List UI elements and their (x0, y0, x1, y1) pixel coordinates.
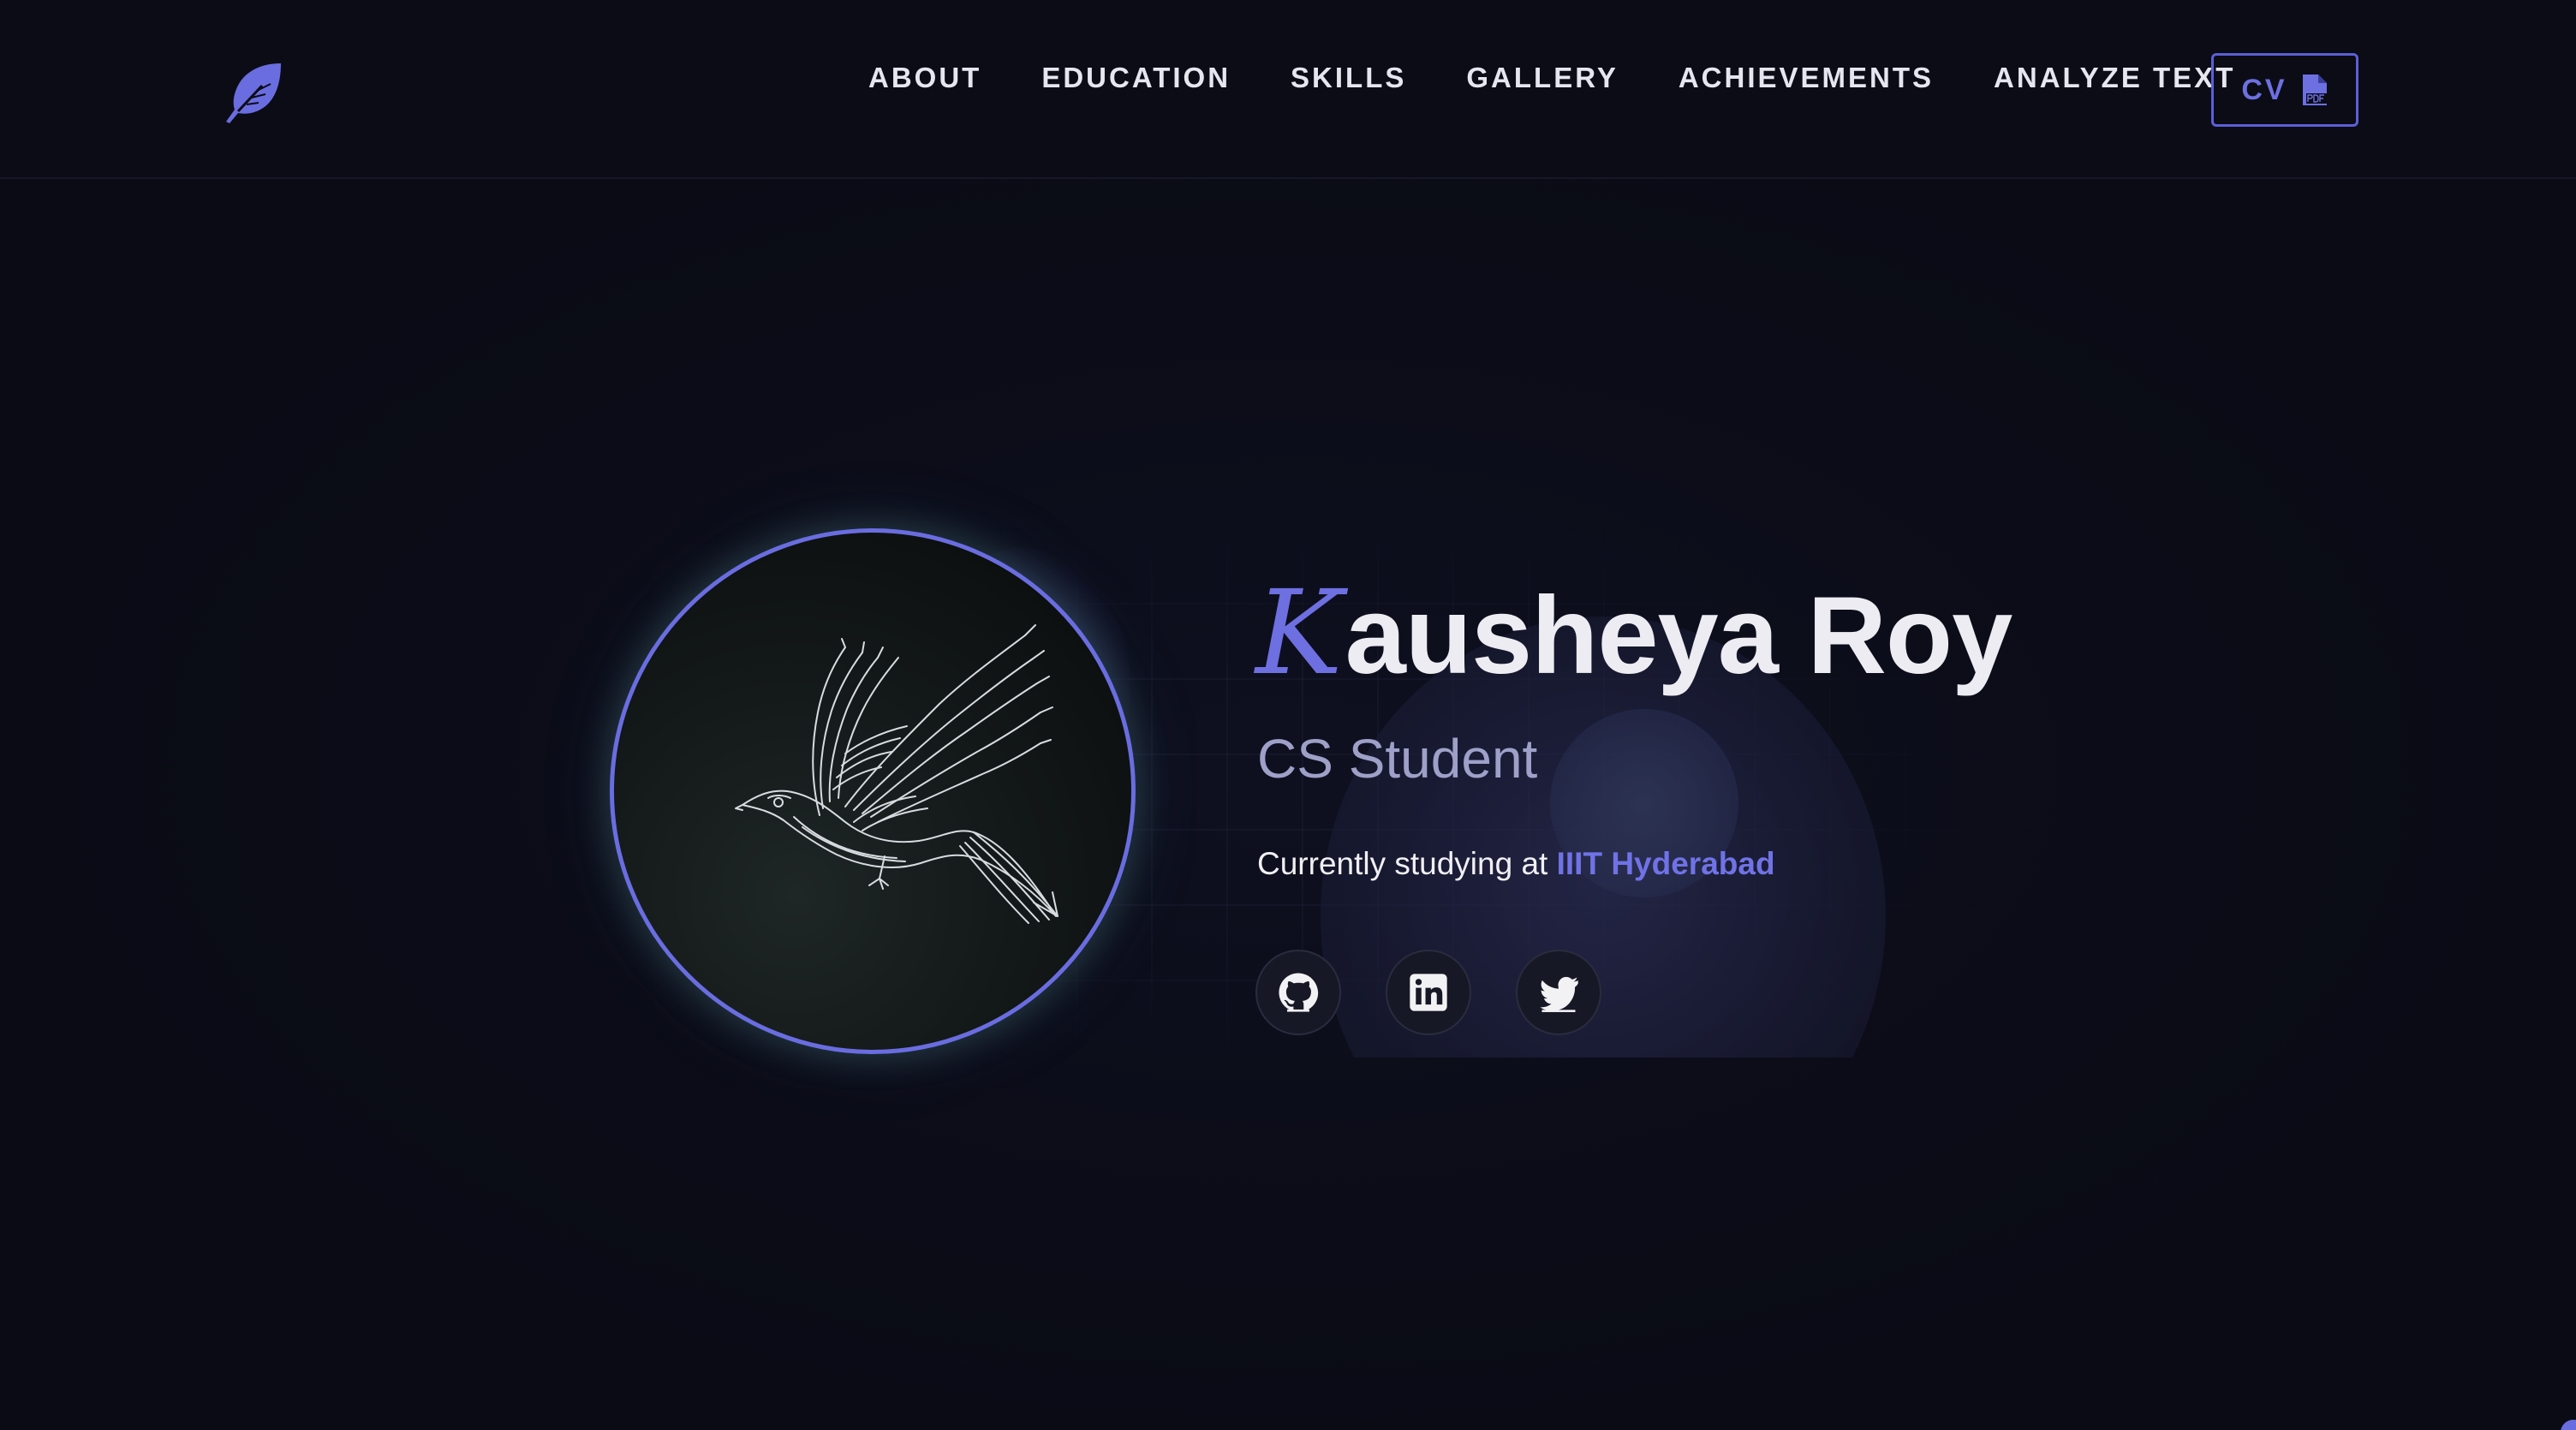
twitter-link[interactable] (1516, 950, 1601, 1035)
profile-avatar (610, 528, 1136, 1054)
bird-line-art-icon (735, 624, 1058, 924)
studying-line: Currently studying at IIIT Hyderabad (1257, 843, 1775, 885)
scroll-indicator-dot (2561, 1420, 2576, 1430)
nav-skills-link[interactable]: SKILLS (1291, 57, 1406, 99)
nav-achievements-link[interactable]: ACHIEVEMENTS (1679, 57, 1934, 99)
nav-about-link[interactable]: ABOUT (868, 57, 981, 99)
hero-role: CS Student (1257, 728, 1538, 789)
institution-link[interactable]: IIIT Hyderabad (1557, 846, 1775, 881)
linkedin-link[interactable] (1386, 950, 1471, 1035)
github-link[interactable] (1255, 950, 1341, 1035)
portfolio-page: ABOUT EDUCATION SKILLS GALLERY ACHIEVEME… (0, 0, 2576, 1430)
twitter-icon (1540, 976, 1578, 1012)
pdf-file-icon (2302, 74, 2327, 105)
feather-icon[interactable] (221, 60, 286, 125)
navbar: ABOUT EDUCATION SKILLS GALLERY ACHIEVEME… (0, 0, 2576, 179)
social-links (1255, 950, 1601, 1035)
name-initial: K (1255, 566, 1343, 701)
studying-prefix: Currently studying at (1257, 846, 1557, 881)
github-icon (1279, 973, 1319, 1012)
nav-links: ABOUT EDUCATION SKILLS GALLERY ACHIEVEME… (868, 57, 2235, 99)
name-rest: ausheya Roy (1345, 575, 2013, 697)
nav-analyze-text-link[interactable]: ANALYZE TEXT (1994, 57, 2235, 99)
nav-education-link[interactable]: EDUCATION (1041, 57, 1231, 99)
cv-button-label: CV (2241, 73, 2287, 106)
nav-gallery-link[interactable]: GALLERY (1466, 57, 1618, 99)
linkedin-icon (1410, 974, 1447, 1011)
hero-name: Kausheya Roy (1255, 565, 2012, 705)
cv-download-button[interactable]: CV (2211, 53, 2358, 127)
